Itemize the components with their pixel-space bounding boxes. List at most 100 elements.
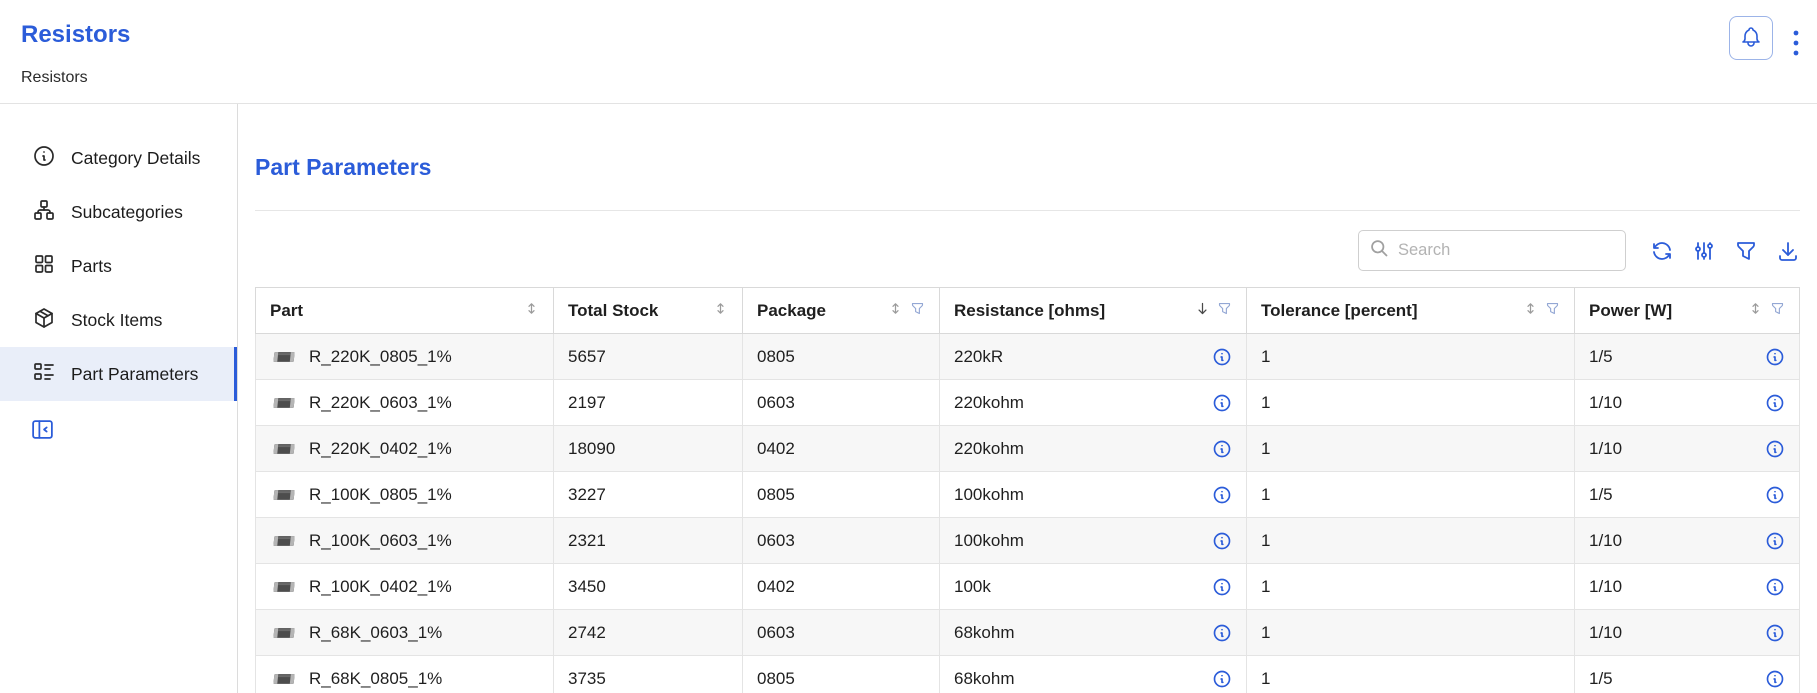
info-icon[interactable]: [1765, 439, 1785, 459]
sidebar-item-label: Stock Items: [71, 310, 162, 331]
sort-icon[interactable]: [713, 301, 728, 321]
cell-tolerance: 1: [1247, 610, 1575, 656]
info-icon[interactable]: [1212, 669, 1232, 689]
info-icon[interactable]: [1765, 577, 1785, 597]
column-header-part[interactable]: Part: [256, 288, 554, 334]
column-header-package[interactable]: Package: [743, 288, 940, 334]
search-input[interactable]: [1398, 241, 1618, 260]
cell-power: 1/10: [1575, 426, 1800, 472]
cell-total-stock: 3735: [554, 656, 743, 693]
column-header-total-stock[interactable]: Total Stock: [554, 288, 743, 334]
info-icon[interactable]: [1212, 393, 1232, 413]
refresh-button[interactable]: [1650, 239, 1674, 263]
download-button[interactable]: [1776, 239, 1800, 263]
cell-power: 1/10: [1575, 518, 1800, 564]
info-icon[interactable]: [1765, 393, 1785, 413]
page: Resistors Resistors: [0, 0, 1817, 693]
column-filter-icon[interactable]: [1545, 301, 1560, 321]
cell-part: R_68K_0805_1%: [256, 656, 554, 693]
sidebar-item-stock-items[interactable]: Stock Items: [0, 293, 237, 347]
info-icon[interactable]: [1765, 669, 1785, 689]
column-header-tolerance[interactable]: Tolerance [percent]: [1247, 288, 1575, 334]
breadcrumb[interactable]: Resistors: [21, 69, 88, 87]
info-icon[interactable]: [1212, 347, 1232, 367]
cell-power: 1/5: [1575, 472, 1800, 518]
notifications-button[interactable]: [1729, 16, 1773, 60]
cell-power: 1/5: [1575, 656, 1800, 693]
cell-part: R_100K_0805_1%: [256, 472, 554, 518]
panel-title: Part Parameters: [255, 154, 1800, 181]
part-thumbnail-icon: [270, 394, 297, 412]
adjustments-icon: [1692, 251, 1716, 266]
adjustments-button[interactable]: [1692, 239, 1716, 263]
cell-package: 0603: [743, 610, 940, 656]
search-icon: [1369, 238, 1390, 264]
table-body: R_220K_0805_1%56570805220kR11/5R_220K_06…: [256, 334, 1800, 693]
cell-package: 0805: [743, 334, 940, 380]
table-header-row: Part Total Stock: [256, 288, 1800, 334]
cell-power: 1/10: [1575, 564, 1800, 610]
cell-resistance: 100kohm: [940, 472, 1247, 518]
info-icon[interactable]: [1212, 485, 1232, 505]
cell-part: R_68K_0603_1%: [256, 610, 554, 656]
part-thumbnail-icon: [270, 440, 297, 458]
table-row[interactable]: R_100K_0402_1%34500402100k11/10: [256, 564, 1800, 610]
table-row[interactable]: R_100K_0805_1%32270805100kohm11/5: [256, 472, 1800, 518]
parameters-table: Part Total Stock: [255, 287, 1800, 693]
part-name: R_220K_0805_1%: [309, 347, 452, 367]
info-icon[interactable]: [1212, 439, 1232, 459]
bell-icon: [1739, 25, 1763, 52]
sidebar-collapse-button[interactable]: [30, 417, 55, 445]
sort-desc-icon[interactable]: [1195, 301, 1210, 321]
kebab-menu-button[interactable]: [1783, 26, 1809, 70]
column-filter-icon[interactable]: [910, 301, 925, 321]
column-header-resistance[interactable]: Resistance [ohms]: [940, 288, 1247, 334]
part-thumbnail-icon: [270, 624, 297, 642]
sidebar-item-parts[interactable]: Parts: [0, 239, 237, 293]
part-thumbnail-icon: [270, 578, 297, 596]
sidebar-item-category-details[interactable]: Category Details: [0, 131, 237, 185]
info-icon[interactable]: [1212, 531, 1232, 551]
cell-power: 1/10: [1575, 610, 1800, 656]
cell-tolerance: 1: [1247, 426, 1575, 472]
sidebar-item-part-parameters[interactable]: Part Parameters: [0, 347, 237, 401]
column-header-power[interactable]: Power [W]: [1575, 288, 1800, 334]
table-row[interactable]: R_220K_0402_1%180900402220kohm11/10: [256, 426, 1800, 472]
info-icon[interactable]: [1765, 531, 1785, 551]
sidebar-item-subcategories[interactable]: Subcategories: [0, 185, 237, 239]
sidebar-item-label: Subcategories: [71, 202, 183, 223]
cell-package: 0603: [743, 518, 940, 564]
table-row[interactable]: R_220K_0603_1%21970603220kohm11/10: [256, 380, 1800, 426]
info-icon[interactable]: [1212, 623, 1232, 643]
part-name: R_220K_0402_1%: [309, 439, 452, 459]
info-icon[interactable]: [1765, 485, 1785, 505]
part-name: R_220K_0603_1%: [309, 393, 452, 413]
info-icon[interactable]: [1212, 577, 1232, 597]
table-row[interactable]: R_100K_0603_1%23210603100kohm11/10: [256, 518, 1800, 564]
part-thumbnail-icon: [270, 670, 297, 688]
table-row[interactable]: R_68K_0603_1%2742060368kohm11/10: [256, 610, 1800, 656]
cell-tolerance: 1: [1247, 518, 1575, 564]
table-row[interactable]: R_68K_0805_1%3735080568kohm11/5: [256, 656, 1800, 693]
cell-resistance: 220kohm: [940, 380, 1247, 426]
sidebar-item-label: Part Parameters: [71, 364, 198, 385]
table-row[interactable]: R_220K_0805_1%56570805220kR11/5: [256, 334, 1800, 380]
sort-icon[interactable]: [888, 301, 903, 321]
sort-icon[interactable]: [1748, 301, 1763, 321]
cell-tolerance: 1: [1247, 472, 1575, 518]
download-icon: [1776, 251, 1800, 266]
sort-icon[interactable]: [1523, 301, 1538, 321]
sort-icon[interactable]: [524, 301, 539, 321]
cell-package: 0402: [743, 564, 940, 610]
cell-tolerance: 1: [1247, 564, 1575, 610]
cell-part: R_220K_0805_1%: [256, 334, 554, 380]
cell-total-stock: 2321: [554, 518, 743, 564]
sidebar-item-label: Parts: [71, 256, 112, 277]
sidebar-item-label: Category Details: [71, 148, 200, 169]
part-name: R_100K_0805_1%: [309, 485, 452, 505]
filter-button[interactable]: [1734, 239, 1758, 263]
column-filter-icon[interactable]: [1217, 301, 1232, 321]
info-icon[interactable]: [1765, 347, 1785, 367]
info-icon[interactable]: [1765, 623, 1785, 643]
column-filter-icon[interactable]: [1770, 301, 1785, 321]
